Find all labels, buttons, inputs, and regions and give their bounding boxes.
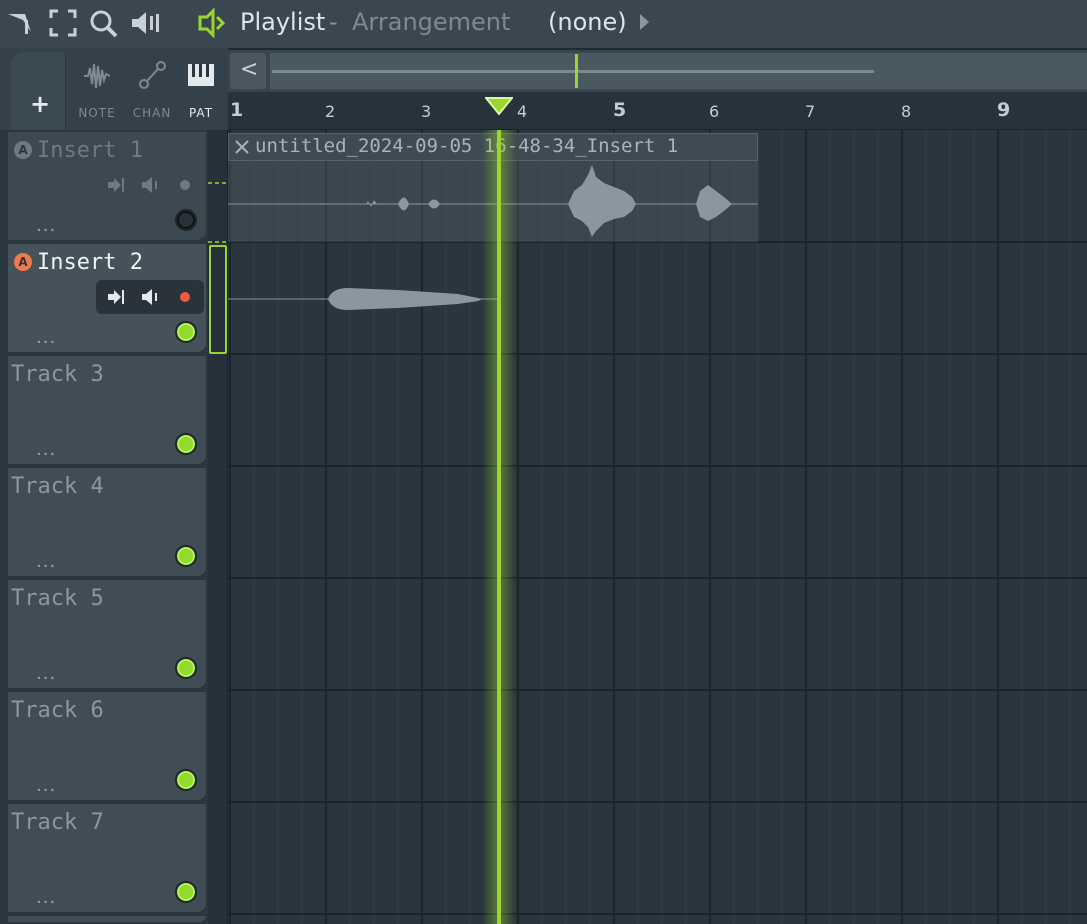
pattern-arrow-icon[interactable] <box>640 14 649 30</box>
track-name[interactable]: Track 5 <box>11 586 104 611</box>
waveform-icon <box>84 63 111 89</box>
bar-number: 6 <box>709 102 720 121</box>
more-options-icon[interactable]: ... <box>36 327 56 348</box>
scroll-left-button[interactable]: < <box>230 53 266 89</box>
input-icon[interactable] <box>106 175 126 195</box>
bar-number: 3 <box>421 102 432 121</box>
audio-badge-icon: A <box>14 253 32 271</box>
track-header[interactable]: A Insert 1 ... <box>8 132 206 242</box>
bar-number: 4 <box>517 102 528 121</box>
fullscreen-icon[interactable] <box>48 8 78 38</box>
track-header[interactable]: Track 6 ... <box>8 692 206 802</box>
audio-badge-icon: A <box>14 141 32 159</box>
track-header[interactable]: Track 7 ... <box>8 804 206 914</box>
timeline-ruler[interactable] <box>228 92 1087 130</box>
track-name[interactable]: Insert 2 <box>37 250 143 275</box>
track-enable-toggle[interactable] <box>175 769 197 791</box>
recording-waveform <box>228 288 498 310</box>
bar-number: 8 <box>901 102 912 121</box>
track-controls <box>96 280 204 314</box>
window-title: Playlist <box>240 8 326 36</box>
track-header[interactable]: Track 5 ... <box>8 580 206 690</box>
track-header[interactable]: Track 4 ... <box>8 468 206 578</box>
speaker-icon[interactable] <box>140 287 160 307</box>
mode-chan-button[interactable]: CHAN <box>125 52 179 130</box>
track-enable-toggle[interactable] <box>175 657 197 679</box>
bar-number: 1 <box>230 99 244 121</box>
playlist-speaker-icon[interactable] <box>196 8 226 38</box>
piano-icon <box>188 64 214 86</box>
playhead-line[interactable] <box>497 130 501 924</box>
track-header-partial[interactable] <box>8 916 206 924</box>
speaker-icon[interactable] <box>140 175 160 195</box>
track-header[interactable]: A Insert 2 ... <box>8 244 206 354</box>
track-name[interactable]: Track 3 <box>11 362 104 387</box>
playlist-grid[interactable] <box>228 130 1087 924</box>
playhead-marker-icon[interactable] <box>485 97 513 115</box>
track-header[interactable]: Track 3 ... <box>8 356 206 466</box>
track-enable-toggle[interactable] <box>175 433 197 455</box>
scrollbar-thumb[interactable] <box>272 70 874 73</box>
toolbar: Playlist - Arrangement (none) <box>0 0 1087 48</box>
track-controls <box>96 168 204 202</box>
add-track-label: + <box>30 90 51 118</box>
more-options-icon[interactable]: ... <box>36 775 56 796</box>
mode-pat-label: PAT <box>188 106 214 120</box>
arrangement-name[interactable]: Arrangement <box>352 8 510 36</box>
track-enable-toggle[interactable] <box>175 881 197 903</box>
mode-pat-button[interactable]: PAT <box>174 52 228 130</box>
add-track-button[interactable]: + <box>10 52 66 130</box>
mode-note-button[interactable]: NOTE <box>70 52 124 130</box>
bar-number: 5 <box>613 99 627 121</box>
more-options-icon[interactable]: ... <box>36 887 56 908</box>
track-name[interactable]: Track 7 <box>11 810 104 835</box>
record-arm-icon[interactable] <box>180 180 190 190</box>
track-enable-toggle[interactable] <box>175 321 197 343</box>
more-options-icon[interactable]: ... <box>36 439 56 460</box>
chevron-left-icon: < <box>240 57 259 82</box>
record-arm-icon[interactable] <box>180 292 190 302</box>
clip-menu-icon[interactable] <box>234 139 250 155</box>
channel-link-icon <box>139 61 166 89</box>
grid-lines <box>228 130 1087 924</box>
snap-icon[interactable] <box>5 8 35 38</box>
mode-note-label: NOTE <box>78 106 116 120</box>
track-enable-toggle[interactable] <box>175 209 197 231</box>
selected-track-marker <box>209 245 227 354</box>
title-separator: - <box>329 8 338 36</box>
mode-chan-label: CHAN <box>132 106 172 120</box>
pattern-selector[interactable]: (none) <box>548 8 627 36</box>
audio-clip-title: untitled_2024-09-05 16-48-34_Insert 1 <box>255 135 679 157</box>
input-icon[interactable] <box>106 287 126 307</box>
bar-number: 2 <box>325 102 336 121</box>
track-name[interactable]: Track 4 <box>11 474 104 499</box>
speaker-icon[interactable] <box>130 8 160 38</box>
more-options-icon[interactable]: ... <box>36 215 56 236</box>
more-options-icon[interactable]: ... <box>36 551 56 572</box>
bar-number: 7 <box>805 102 816 121</box>
scrollbar-playhead-marker <box>575 54 578 88</box>
bar-number: 9 <box>997 99 1011 121</box>
zoom-icon[interactable] <box>88 8 118 38</box>
more-options-icon[interactable]: ... <box>36 663 56 684</box>
track-enable-toggle[interactable] <box>175 545 197 567</box>
track-name[interactable]: Insert 1 <box>37 138 143 163</box>
track-name[interactable]: Track 6 <box>11 698 104 723</box>
